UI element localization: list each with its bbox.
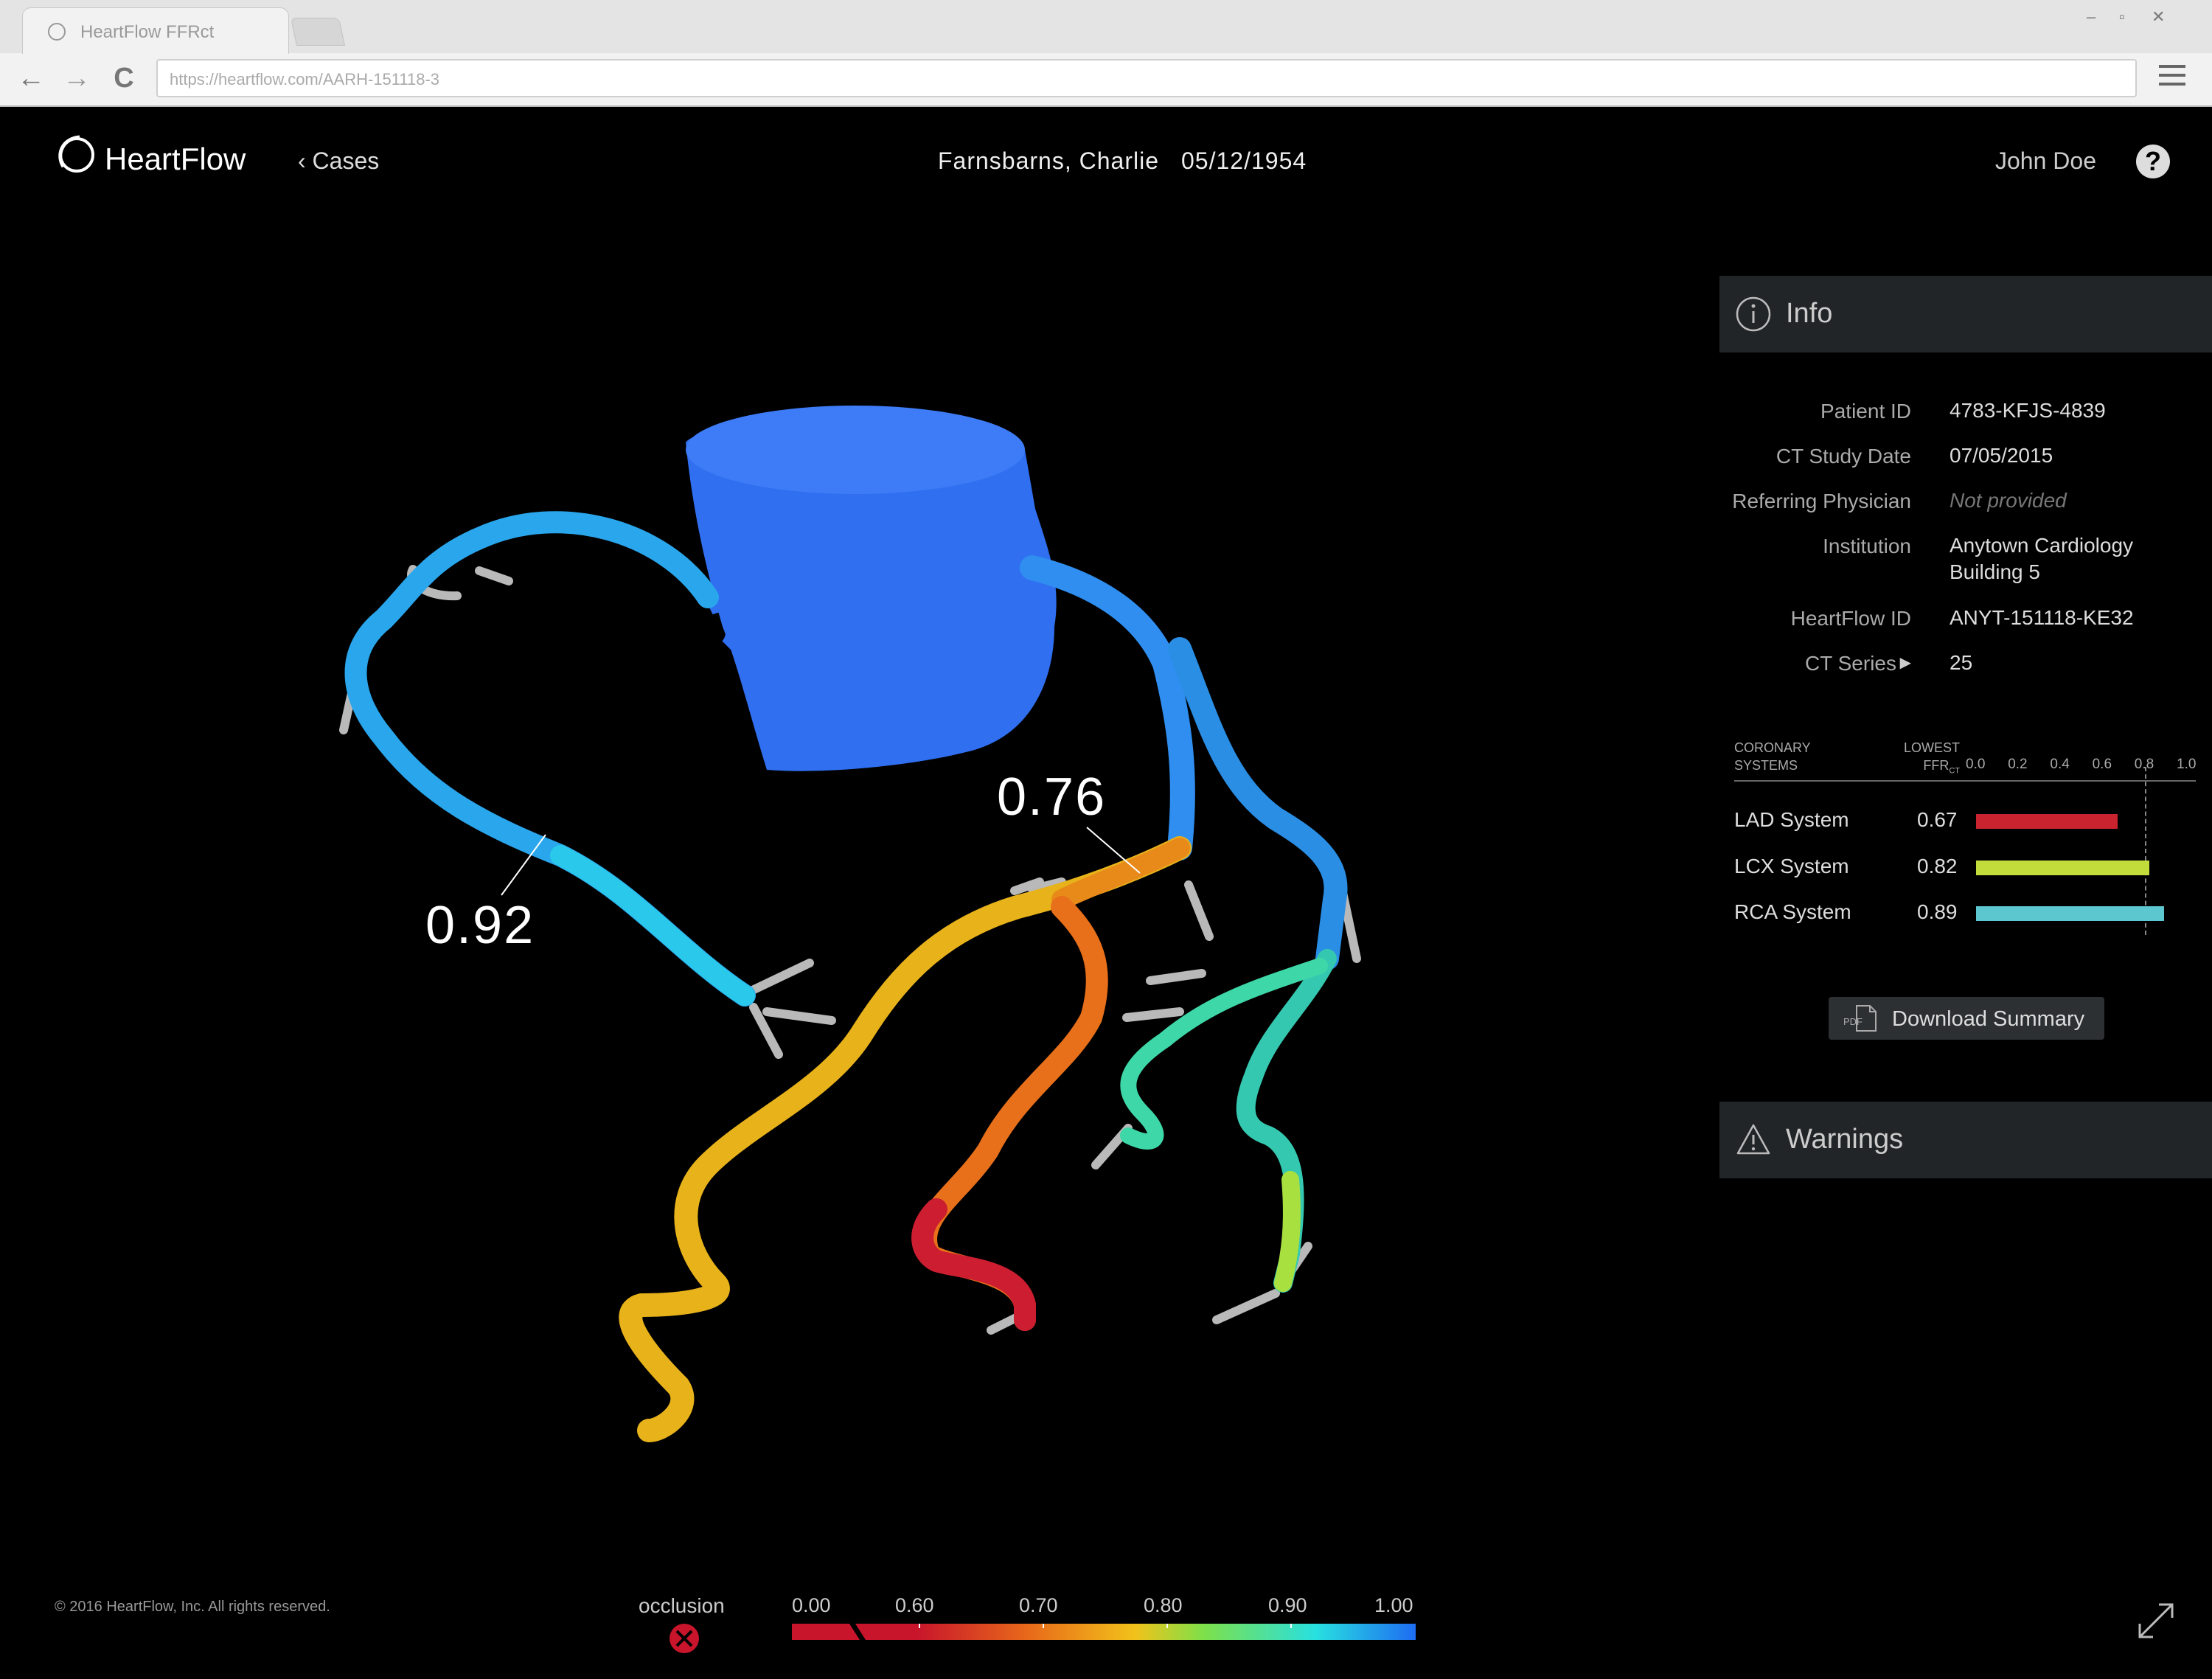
system-lowest-ffr: 0.67	[1917, 808, 1958, 831]
minimize-button[interactable]: –	[2087, 7, 2096, 27]
systems-column-header: CORONARY SYSTEMS	[1734, 740, 1811, 773]
system-name[interactable]: RCA System	[1734, 900, 1851, 924]
obtuse-marginal	[1120, 958, 1328, 1150]
aorta	[686, 406, 1057, 771]
tab-title: HeartFlow FFRct	[80, 22, 215, 42]
info-value: 25	[1950, 651, 1973, 674]
cases-label: Cases	[312, 147, 380, 174]
logo-text: HeartFlow	[105, 142, 246, 176]
legend-tick-label: 0.70	[1019, 1594, 1058, 1616]
info-value-line-2: Building 5	[1950, 560, 2040, 583]
download-summary-label: Download Summary	[1892, 1007, 2085, 1031]
copyright-text: © 2016 HeartFlow, Inc. All rights reserv…	[55, 1599, 330, 1615]
info-value: ANYT-151118-KE32	[1950, 606, 2134, 629]
rca-vessel	[344, 511, 756, 1007]
download-summary-button[interactable]: PDF Download Summary	[1829, 997, 2104, 1040]
systems-divider	[1734, 780, 2196, 782]
address-bar[interactable]: https://heartflow.com/AARH-151118-3	[156, 59, 2137, 97]
patient-dob: 05/12/1954	[1181, 147, 1307, 174]
system-name[interactable]: LAD System	[1734, 808, 1849, 832]
url-text: https://heartflow.com/AARH-151118-3	[170, 70, 440, 88]
ffr-scale-tick: 0.6	[2092, 757, 2112, 772]
info-label: CT Series	[1805, 652, 1896, 675]
back-to-cases-link[interactable]: ‹ Cases	[298, 147, 379, 175]
heartflow-logo-icon	[58, 135, 94, 173]
system-ffr-bar	[1976, 814, 2118, 829]
browser-menu-icon[interactable]	[2159, 65, 2185, 91]
info-label: Referring Physician	[1732, 490, 1911, 512]
tab-bar: HeartFlow FFRct – ▫ ✕	[0, 0, 2212, 54]
legend-tick-label: 0.60	[895, 1594, 934, 1616]
ffr-annotation-rca[interactable]: 0.92	[425, 895, 535, 956]
coronary-3d-viewer[interactable]: 0.92 0.76	[0, 199, 1718, 1548]
help-icon[interactable]: ?	[2136, 145, 2170, 178]
system-lowest-ffr: 0.89	[1917, 900, 1958, 923]
patient-name: Farnsbarns, Charlie	[938, 147, 1159, 174]
reload-icon[interactable]: C	[108, 62, 140, 94]
rca-distal	[550, 845, 755, 1006]
legend-tick-label: 1.00	[1374, 1594, 1413, 1616]
info-value: 4783-KFJS-4839	[1950, 399, 2106, 422]
ffr-annotation-lad[interactable]: 0.76	[997, 767, 1106, 827]
legend-tick-label: 0.80	[1144, 1594, 1183, 1616]
favicon-icon	[48, 23, 66, 41]
occlusion-icon	[669, 1624, 699, 1653]
chevron-left-icon: ‹	[298, 147, 306, 174]
browser-chrome: HeartFlow FFRct – ▫ ✕ ← → C https://hear…	[0, 0, 2212, 107]
info-value: Anytown Cardiology	[1950, 534, 2134, 557]
info-panel-title: Info	[1786, 298, 1833, 329]
legend-tick-label: 0.90	[1268, 1594, 1307, 1616]
maximize-button[interactable]: ▫	[2119, 7, 2125, 27]
svg-text:PDF: PDF	[1843, 1016, 1863, 1027]
info-label: Patient ID	[1820, 400, 1911, 423]
info-value: Not provided	[1950, 489, 2067, 512]
system-lowest-ffr: 0.82	[1917, 855, 1958, 877]
pdf-icon: PDF	[1843, 1005, 1877, 1032]
forward-arrow-icon[interactable]: →	[60, 62, 93, 94]
new-tab-button[interactable]	[290, 18, 346, 46]
coronary-model	[339, 406, 1361, 1442]
lad-vessel	[619, 836, 1192, 1442]
back-arrow-icon[interactable]: ←	[15, 62, 47, 94]
close-window-button[interactable]: ✕	[2152, 7, 2165, 27]
warnings-panel-header[interactable]: Warnings	[1719, 1102, 2212, 1178]
ffr-scale-tick: 0.0	[1966, 757, 1986, 772]
system-ffr-bar	[1976, 861, 2149, 875]
info-value: 07/05/2015	[1950, 444, 2053, 467]
browser-tab[interactable]: HeartFlow FFRct	[22, 7, 289, 54]
info-icon	[1736, 296, 1771, 332]
info-label: CT Study Date	[1775, 445, 1911, 467]
ffr-scale-tick: 1.0	[2177, 757, 2197, 772]
ffr-scale-tick: 0.4	[2050, 757, 2070, 772]
ffr-scale-tick: 0.2	[2008, 757, 2028, 772]
legend-tick-label: 0.00	[792, 1594, 831, 1616]
fullscreen-expand-icon[interactable]	[2135, 1600, 2177, 1641]
info-label: Institution	[1823, 535, 1911, 557]
warnings-panel-title: Warnings	[1786, 1124, 1904, 1155]
occlusion-label: occlusion	[639, 1594, 725, 1617]
system-ffr-bar	[1976, 906, 2164, 921]
system-name[interactable]: LCX System	[1734, 855, 1849, 878]
ffr-color-legend	[792, 1624, 1416, 1640]
user-name[interactable]: John Doe	[1995, 147, 2096, 175]
info-panel-header[interactable]: Info	[1719, 276, 2212, 352]
lcx-distal-green	[1274, 1171, 1301, 1292]
info-label: HeartFlow ID	[1790, 607, 1911, 630]
warning-icon	[1736, 1124, 1770, 1155]
lowest-ffr-column-header: LOWEST FFRCT	[1903, 740, 1960, 776]
expand-triangle-icon[interactable]: ▶	[1900, 653, 1911, 672]
